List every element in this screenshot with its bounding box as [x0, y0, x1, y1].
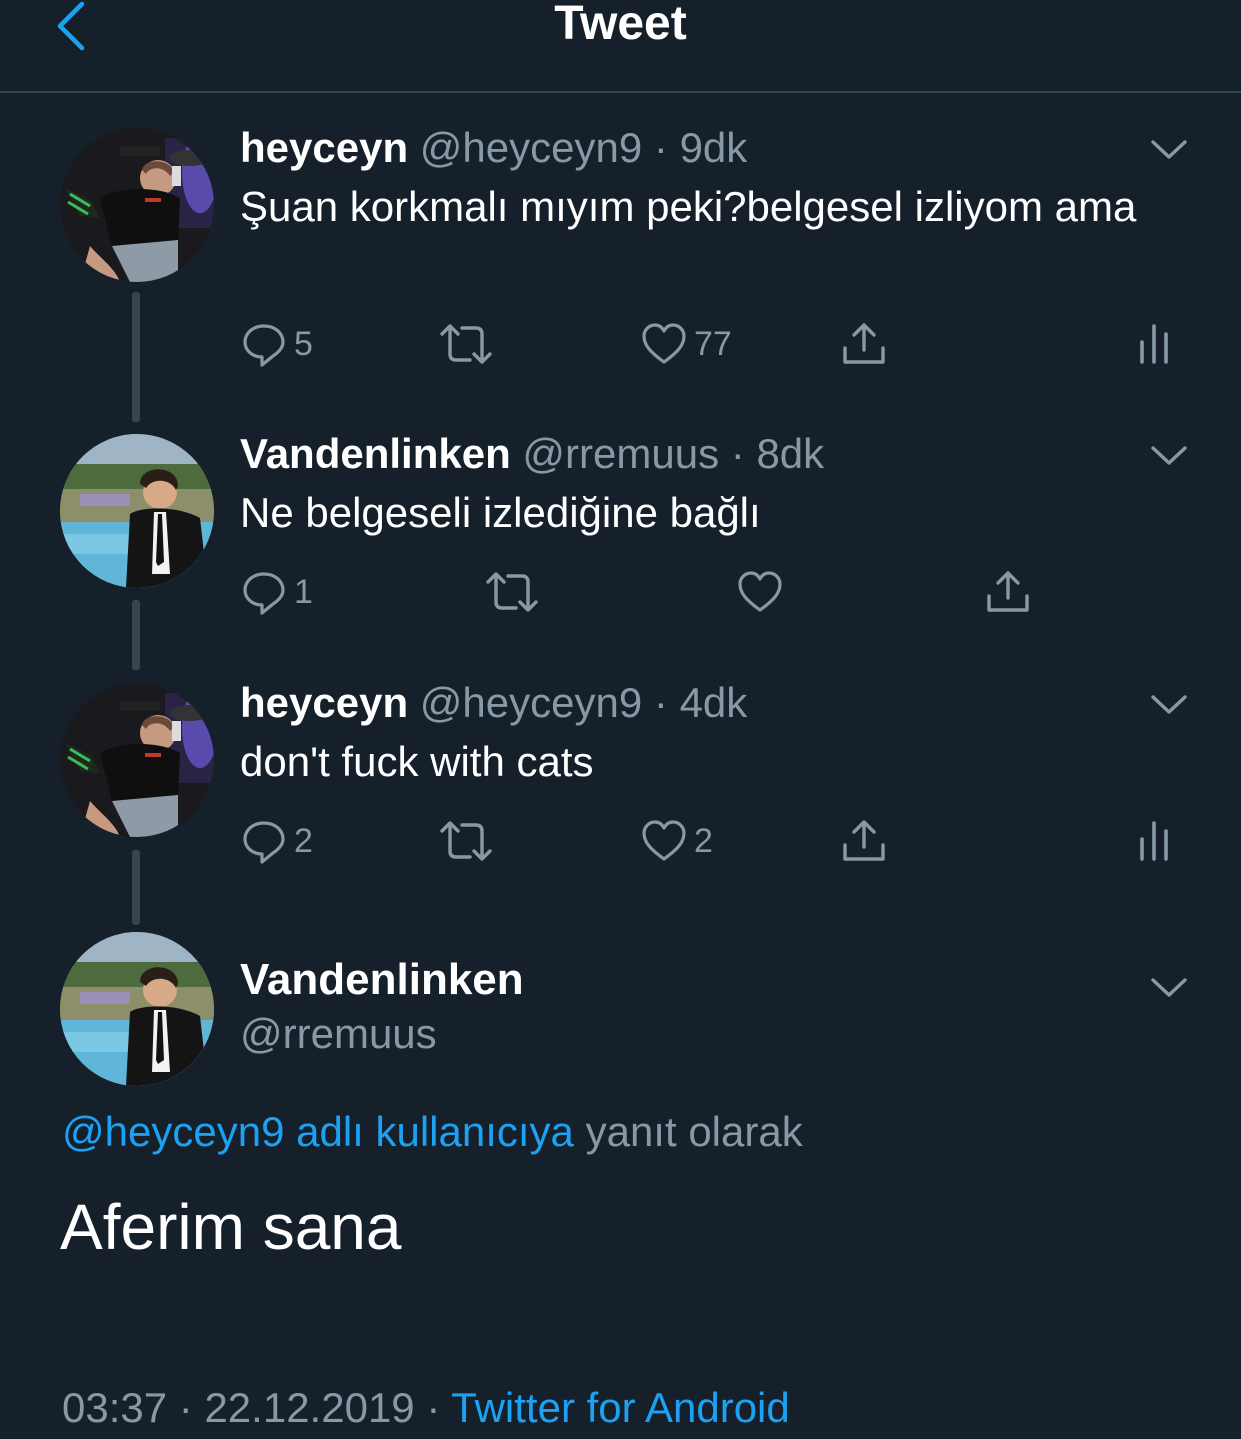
- like-icon: [640, 817, 688, 865]
- like-icon: [736, 568, 784, 616]
- reply-button[interactable]: 5: [240, 318, 313, 370]
- reply-to-link[interactable]: @heyceyn9 adlı kullanıcıya: [62, 1108, 574, 1155]
- share-icon: [840, 320, 888, 368]
- timestamp[interactable]: 4dk: [680, 679, 748, 726]
- retweet-button[interactable]: [438, 815, 494, 867]
- caret-down-icon[interactable]: [1150, 444, 1188, 468]
- share-button[interactable]: [840, 815, 888, 867]
- like-icon: [640, 320, 688, 368]
- tweet-header: Vandenlinken @rremuus · 8dk: [240, 430, 824, 478]
- separator: ·: [653, 124, 668, 171]
- retweet-button[interactable]: [438, 318, 494, 370]
- like-button[interactable]: 77: [640, 318, 732, 370]
- reply-count: 5: [294, 324, 313, 363]
- reply-icon: [240, 817, 288, 865]
- reply-button[interactable]: 2: [240, 815, 313, 867]
- retweet-icon: [438, 817, 494, 865]
- like-button[interactable]: [736, 566, 784, 618]
- avatar[interactable]: [60, 434, 214, 588]
- separator: ·: [730, 430, 745, 477]
- avatar[interactable]: [60, 128, 214, 282]
- display-name[interactable]: heyceyn: [240, 124, 408, 171]
- like-button[interactable]: 2: [640, 815, 713, 867]
- separator: ·: [178, 1384, 193, 1431]
- source-link[interactable]: Twitter for Android: [451, 1384, 789, 1431]
- retweet-button[interactable]: [484, 566, 540, 618]
- tweet-text: Aferim sana: [60, 1191, 402, 1263]
- reply-button[interactable]: 1: [240, 566, 313, 618]
- thread-connector: [132, 292, 140, 422]
- display-name[interactable]: Vandenlinken: [240, 430, 511, 477]
- caret-down-icon[interactable]: [1150, 138, 1188, 162]
- like-count: 2: [694, 821, 713, 860]
- timestamp[interactable]: 9dk: [680, 124, 748, 171]
- reply-to-suffix: yanıt olarak: [573, 1108, 803, 1155]
- separator: ·: [653, 679, 668, 726]
- tweet-text: Şuan korkmalı mıyım peki?belgesel izliyo…: [240, 183, 1137, 230]
- caret-down-icon[interactable]: [1150, 976, 1188, 1000]
- reply-icon: [240, 320, 288, 368]
- thread-connector: [132, 850, 140, 925]
- caret-down-icon[interactable]: [1150, 693, 1188, 717]
- analytics-button[interactable]: [1136, 815, 1176, 867]
- share-icon: [984, 568, 1032, 616]
- retweet-icon: [438, 320, 494, 368]
- display-name[interactable]: Vandenlinken: [240, 955, 524, 1005]
- tweet-footer: 03:37 · 22.12.2019 · Twitter for Android: [62, 1384, 790, 1432]
- thread-connector: [132, 600, 140, 670]
- tweet-text: Ne belgeseli izlediğine bağlı: [240, 489, 761, 536]
- page-title: Tweet: [554, 0, 687, 50]
- retweet-icon: [484, 568, 540, 616]
- avatar[interactable]: [60, 932, 214, 1086]
- avatar[interactable]: [60, 683, 214, 837]
- tweet-header: heyceyn @heyceyn9 · 4dk: [240, 679, 747, 727]
- tweet-date: 22.12.2019: [204, 1384, 415, 1431]
- analytics-icon: [1136, 817, 1176, 865]
- reply-count: 2: [294, 821, 313, 860]
- reply-context: @heyceyn9 adlı kullanıcıya yanıt olarak: [62, 1108, 803, 1156]
- analytics-button[interactable]: [1136, 318, 1176, 370]
- user-handle[interactable]: @rremuus: [240, 1010, 437, 1058]
- display-name[interactable]: heyceyn: [240, 679, 408, 726]
- user-handle[interactable]: @heyceyn9: [420, 679, 642, 726]
- like-count: 77: [694, 324, 732, 363]
- tweet-header: heyceyn @heyceyn9 · 9dk: [240, 124, 747, 172]
- analytics-icon: [1136, 320, 1176, 368]
- top-bar: Tweet: [0, 0, 1241, 93]
- separator: ·: [426, 1384, 441, 1431]
- timestamp[interactable]: 8dk: [756, 430, 824, 477]
- share-button[interactable]: [840, 318, 888, 370]
- share-button[interactable]: [984, 566, 1032, 618]
- user-handle[interactable]: @heyceyn9: [420, 124, 642, 171]
- reply-count: 1: [294, 572, 313, 611]
- user-handle[interactable]: @rremuus: [522, 430, 719, 477]
- tweet-text: don't fuck with cats: [240, 738, 594, 785]
- reply-icon: [240, 568, 288, 616]
- share-icon: [840, 817, 888, 865]
- tweet-time: 03:37: [62, 1384, 168, 1431]
